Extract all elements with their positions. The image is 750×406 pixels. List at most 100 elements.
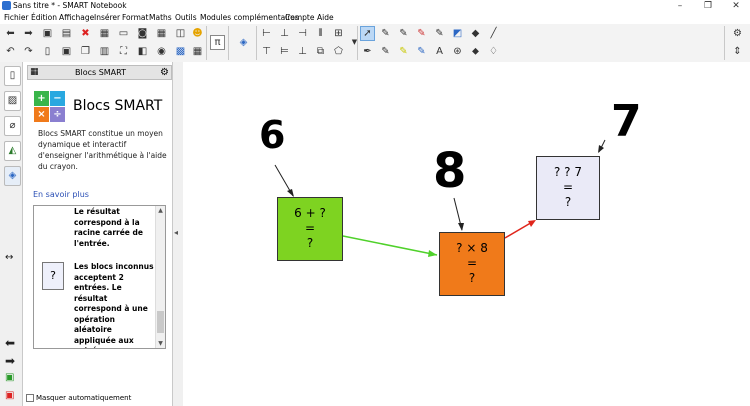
next-page-icon[interactable]: ➡ (21, 26, 36, 41)
settings-gear-icon[interactable]: ⚙ (730, 26, 745, 41)
fill-icon[interactable]: ⬥ (468, 44, 483, 59)
screen-shade-icon[interactable]: ▥ (97, 44, 112, 59)
move-panel-right-icon[interactable]: ➡ (5, 354, 15, 368)
pen-blue-icon[interactable]: ✎ (414, 44, 429, 59)
text-tool-icon[interactable]: A (432, 44, 447, 59)
record-icon[interactable]: ◉ (154, 44, 169, 59)
block-description-box: Le résultat correspond à la racine carré… (33, 205, 166, 349)
gallery-tab[interactable]: ▨ (4, 91, 21, 111)
creative-pen-icon[interactable]: ✎ (396, 26, 411, 41)
blocks-icon[interactable]: ▦ (190, 44, 205, 59)
menu-format[interactable]: Format (122, 12, 148, 24)
unknown-block[interactable]: ? ? 7 = ? (536, 156, 600, 220)
grid-icon[interactable]: ▦ (30, 67, 40, 77)
math-tools-icon[interactable]: ▩ (173, 44, 188, 59)
add-page-icon[interactable]: ▣ (40, 26, 55, 41)
addition-block[interactable]: 6 + ? = ? (277, 197, 343, 261)
handwritten-6[interactable]: 6 (259, 116, 285, 154)
new-page-icon[interactable]: ▯ (40, 44, 55, 59)
copy-icon[interactable]: ❐ (78, 44, 93, 59)
delete-icon[interactable]: ✖ (78, 26, 93, 41)
line-tool-icon[interactable]: ╱ (486, 26, 501, 41)
table-icon[interactable]: ▦ (154, 26, 169, 41)
panel-settings-icon[interactable]: ⚙ (160, 66, 169, 79)
smart-blocks-icon[interactable]: ◈ (236, 35, 251, 50)
menu-maths[interactable]: Maths (149, 12, 172, 24)
window-title: Sans titre * - SMART Notebook (13, 1, 127, 10)
green-arrowhead (428, 250, 437, 257)
scroll-thumb[interactable] (157, 311, 164, 333)
menu-affichage[interactable]: Affichage (59, 12, 94, 24)
order-icon[interactable]: ⧉ (313, 44, 328, 59)
smart-blocks-panel: ▦ Blocs SMART ⚙ + − × ÷ Blocs SMART Bloc… (23, 62, 172, 406)
pen-icon[interactable]: ✎ (378, 26, 393, 41)
align-center-icon[interactable]: ⊥ (277, 26, 292, 41)
align-right-icon[interactable]: ⊣ (295, 26, 310, 41)
delete-page-side-icon[interactable]: ▣ (5, 390, 14, 401)
panel-header-title: Blocs SMART (74, 68, 127, 77)
response-icon[interactable]: ☻ (190, 26, 205, 41)
magic-pen-icon[interactable]: ✎ (378, 44, 393, 59)
toolbar-move-icon[interactable]: ⇕ (730, 44, 745, 59)
menu-compte[interactable]: Compte (285, 12, 314, 24)
move-panel-left-icon[interactable]: ⬅ (5, 336, 15, 350)
attachments-tab[interactable]: ⌀ (4, 116, 21, 136)
paste-icon[interactable]: ▦ (97, 26, 112, 41)
camera-icon[interactable]: ◙ (135, 26, 150, 41)
handwritten-8[interactable]: 8 (433, 147, 466, 195)
scroll-up-icon[interactable]: ▲ (156, 206, 165, 215)
select-tool-icon[interactable]: ➚ (360, 26, 375, 41)
highlighter-icon[interactable]: ✎ (396, 44, 411, 59)
resize-panel-icon[interactable]: ↔ (5, 252, 13, 263)
previous-page-icon[interactable]: ⬅ (3, 26, 18, 41)
dual-page-icon[interactable]: ◧ (135, 44, 150, 59)
autohide-option[interactable]: Masquer automatiquement (26, 394, 131, 402)
fill-bucket-icon[interactable]: ♢ (486, 44, 501, 59)
shape-icon[interactable]: ⬠ (331, 44, 346, 59)
panel-description: Blocs SMART constitue un moyen dynamique… (38, 129, 167, 171)
fullscreen-icon[interactable]: ⛶ (116, 44, 131, 59)
notebook-page-canvas[interactable]: 6 8 7 6 + ? = ? ? × 8 = ? ? ? 7 = ? (183, 62, 750, 406)
distribute-icon[interactable]: ⫴ (313, 26, 328, 41)
redo-icon[interactable]: ↷ (21, 44, 36, 59)
page-sorter-tab[interactable]: ▯ (4, 66, 21, 86)
pen-black-icon[interactable]: ✒ (360, 44, 375, 59)
description-scrollbar[interactable]: ▲ ▼ (155, 206, 165, 348)
menu-edition[interactable]: Édition (31, 12, 57, 24)
learn-more-link[interactable]: En savoir plus (33, 190, 89, 199)
menu-inserer[interactable]: Insérer (94, 12, 120, 24)
save-icon[interactable]: ▣ (59, 44, 74, 59)
menu-outils[interactable]: Outils (175, 12, 197, 24)
align-top-icon[interactable]: ⊤ (259, 44, 274, 59)
group-icon[interactable]: ⊞ (331, 26, 346, 41)
menu-aide[interactable]: Aide (317, 12, 334, 24)
add-ons-tab[interactable]: ◈ (4, 166, 21, 186)
brush-icon[interactable]: ✎ (414, 26, 429, 41)
close-button[interactable]: ✕ (722, 0, 750, 12)
undo-icon[interactable]: ↶ (3, 44, 18, 59)
recognition-icon[interactable]: ⊛ (450, 44, 465, 59)
align-left-icon[interactable]: ⊢ (259, 26, 274, 41)
scroll-down-icon[interactable]: ▼ (156, 339, 165, 348)
pi-icon[interactable]: π (210, 35, 225, 50)
autohide-checkbox[interactable] (26, 394, 34, 402)
multiplication-block[interactable]: ? × 8 = ? (439, 232, 505, 296)
collapse-panel-icon[interactable]: ◂ (174, 228, 178, 237)
maximize-button[interactable]: ❐ (694, 0, 722, 12)
menu-fichier[interactable]: Fichier (4, 12, 29, 24)
align-bottom-icon[interactable]: ⊥ (295, 44, 310, 59)
align-middle-icon[interactable]: ⊨ (277, 44, 292, 59)
document-camera-icon[interactable]: ◫ (173, 26, 188, 41)
menu-modules[interactable]: Modules complémentaires (200, 12, 299, 24)
smart-notebook-icon (2, 1, 11, 10)
calligraphic-pen-icon[interactable]: ✎ (432, 26, 447, 41)
open-icon[interactable]: ▤ (59, 26, 74, 41)
minimize-button[interactable]: – (666, 0, 694, 12)
add-page-side-icon[interactable]: ▣ (5, 372, 14, 383)
properties-tab[interactable]: ◭ (4, 141, 21, 161)
unknown-block-thumbnail[interactable]: ? (42, 262, 64, 290)
screen-capture-icon[interactable]: ▭ (116, 26, 131, 41)
eraser-icon[interactable]: ◆ (468, 26, 483, 41)
shapes-tool-icon[interactable]: ◩ (450, 26, 465, 41)
handwritten-7[interactable]: 7 (611, 100, 642, 144)
